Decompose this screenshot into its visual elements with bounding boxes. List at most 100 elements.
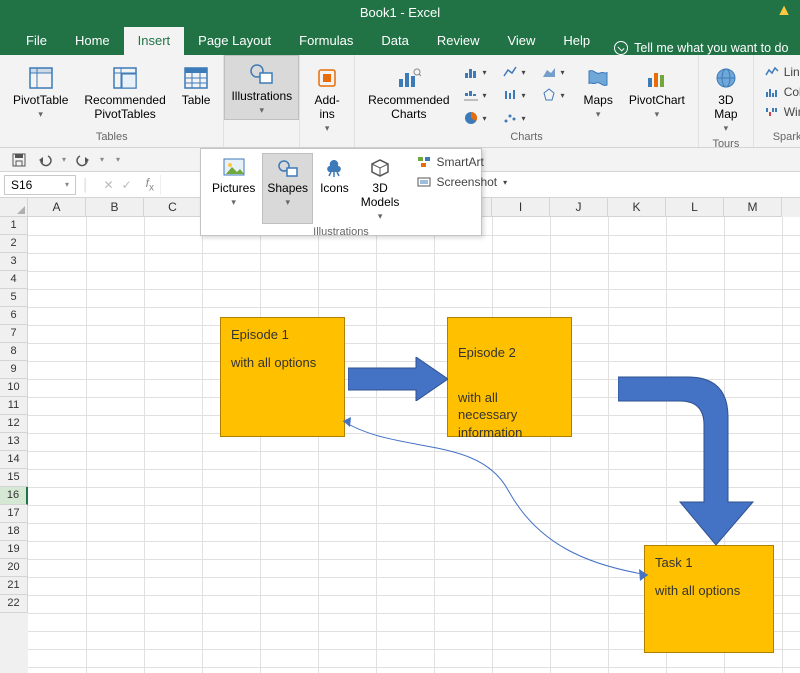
row-header-14[interactable]: 14: [0, 451, 28, 469]
col-header-M[interactable]: M: [724, 198, 782, 217]
undo-button[interactable]: [36, 151, 54, 169]
col-header-L[interactable]: L: [666, 198, 724, 217]
tab-data[interactable]: Data: [367, 27, 422, 55]
row-header-2[interactable]: 2: [0, 235, 28, 253]
chart-stock-button[interactable]: ▾: [498, 84, 536, 106]
chart-area-button[interactable]: ▾: [537, 61, 575, 83]
maps-label: Maps: [584, 94, 613, 108]
3d-models-button[interactable]: 3D Models ▾: [356, 153, 405, 224]
col-header-A[interactable]: A: [28, 198, 86, 217]
select-all-corner[interactable]: [0, 198, 28, 217]
tab-page-layout[interactable]: Page Layout: [184, 27, 285, 55]
3d-map-button[interactable]: 3D Map ▾: [705, 59, 747, 138]
row-header-4[interactable]: 4: [0, 271, 28, 289]
tab-review[interactable]: Review: [423, 27, 494, 55]
gallery-label: Illustrations: [201, 224, 481, 240]
row-header-19[interactable]: 19: [0, 541, 28, 559]
row-header-22[interactable]: 22: [0, 595, 28, 613]
recommended-charts-button[interactable]: Recommended Charts: [361, 59, 456, 127]
row-header-6[interactable]: 6: [0, 307, 28, 325]
col-header-B[interactable]: B: [86, 198, 144, 217]
chevron-down-icon: ▾: [65, 180, 69, 189]
curved-connector[interactable]: [338, 415, 658, 595]
row-header-3[interactable]: 3: [0, 253, 28, 271]
shape-episode-1[interactable]: Episode 1 with all options: [220, 317, 345, 437]
pivotchart-button[interactable]: PivotChart ▾: [622, 59, 692, 124]
row-header-18[interactable]: 18: [0, 523, 28, 541]
tab-insert[interactable]: Insert: [124, 27, 185, 55]
shapes-button[interactable]: Shapes ▾: [262, 153, 313, 224]
recommended-charts-icon: [395, 64, 423, 92]
shapes-icon: [276, 156, 300, 180]
chart-line-button[interactable]: ▾: [498, 61, 536, 83]
maps-button[interactable]: Maps ▾: [577, 59, 620, 124]
tab-help[interactable]: Help: [549, 27, 604, 55]
redo-button[interactable]: [74, 151, 92, 169]
pivotchart-label: PivotChart: [629, 94, 685, 108]
chart-col-button[interactable]: ▾: [459, 84, 497, 106]
row-header-5[interactable]: 5: [0, 289, 28, 307]
fx-icon[interactable]: fx: [146, 176, 154, 193]
row-header-1[interactable]: 1: [0, 217, 28, 235]
row-header-13[interactable]: 13: [0, 433, 28, 451]
row-header-10[interactable]: 10: [0, 379, 28, 397]
chevron-down-icon: ▾: [38, 109, 43, 119]
tell-me-label: Tell me what you want to do: [634, 41, 788, 55]
group-sparklines: Line Column Win/Loss Sparklines: [754, 55, 800, 147]
recommended-pivottables-button[interactable]: Recommended PivotTables: [77, 59, 172, 127]
sparkline-line-button[interactable]: Line: [760, 63, 800, 81]
shape-task-1[interactable]: Task 1 with all options: [644, 545, 774, 653]
row-header-17[interactable]: 17: [0, 505, 28, 523]
row-header-16[interactable]: 16: [0, 487, 28, 505]
worksheet[interactable]: ABCDEFGHIJKLM 12345678910111213141516171…: [0, 198, 800, 673]
row-header-8[interactable]: 8: [0, 343, 28, 361]
sparkline-column-button[interactable]: Column: [760, 83, 800, 101]
icons-icon: [322, 156, 346, 180]
spark-col-label: Column: [784, 85, 800, 99]
shape-body: with all options: [231, 354, 334, 372]
addins-button[interactable]: Add- ins ▾: [306, 59, 348, 138]
group-tables: PivotTable ▾ Recommended PivotTables Tab…: [0, 55, 224, 147]
save-button[interactable]: [10, 151, 28, 169]
pie-chart-icon: [463, 110, 479, 126]
col-header-J[interactable]: J: [550, 198, 608, 217]
smartart-icon: [416, 154, 432, 170]
chart-scatter-button[interactable]: ▾: [498, 107, 536, 129]
cells-area[interactable]: Episode 1 with all options Episode 2 wit…: [28, 217, 800, 673]
cancel-icon[interactable]: ✕: [104, 178, 114, 192]
chart-radar-button[interactable]: ▾: [537, 84, 575, 106]
row-header-21[interactable]: 21: [0, 577, 28, 595]
name-box[interactable]: S16 ▾: [4, 175, 76, 195]
illustrations-button[interactable]: Illustrations ▾: [224, 55, 299, 120]
table-button[interactable]: Table: [175, 59, 218, 113]
chart-pie-button[interactable]: ▾: [459, 107, 497, 129]
globe-icon: [712, 64, 740, 92]
row-header-15[interactable]: 15: [0, 469, 28, 487]
ribbon-tabs: File Home Insert Page Layout Formulas Da…: [0, 25, 800, 55]
sparkline-winloss-button[interactable]: Win/Loss: [760, 103, 800, 121]
col-header-C[interactable]: C: [144, 198, 202, 217]
smartart-button[interactable]: SmartArt: [412, 153, 511, 171]
col-header-K[interactable]: K: [608, 198, 666, 217]
screenshot-button[interactable]: Screenshot▾: [412, 173, 511, 191]
row-header-20[interactable]: 20: [0, 559, 28, 577]
row-header-7[interactable]: 7: [0, 325, 28, 343]
row-header-12[interactable]: 12: [0, 415, 28, 433]
radar-chart-icon: [541, 87, 557, 103]
enter-icon[interactable]: ✓: [122, 178, 132, 192]
arrow-right-1[interactable]: [348, 357, 448, 401]
row-headers[interactable]: 12345678910111213141516171819202122: [0, 217, 28, 673]
pivottable-button[interactable]: PivotTable ▾: [6, 59, 75, 124]
chart-bar-button[interactable]: ▾: [459, 61, 497, 83]
tab-file[interactable]: File: [12, 27, 61, 55]
tab-home[interactable]: Home: [61, 27, 124, 55]
icons-button[interactable]: Icons: [315, 153, 354, 224]
tell-me[interactable]: Tell me what you want to do: [604, 41, 798, 55]
row-header-11[interactable]: 11: [0, 397, 28, 415]
tab-view[interactable]: View: [493, 27, 549, 55]
pictures-button[interactable]: Pictures ▾: [207, 153, 260, 224]
tab-formulas[interactable]: Formulas: [285, 27, 367, 55]
recommended-pivot-icon: [111, 64, 139, 92]
illustrations-gallery: Pictures ▾ Shapes ▾ Icons 3D Models ▾ Sm…: [200, 148, 482, 236]
row-header-9[interactable]: 9: [0, 361, 28, 379]
